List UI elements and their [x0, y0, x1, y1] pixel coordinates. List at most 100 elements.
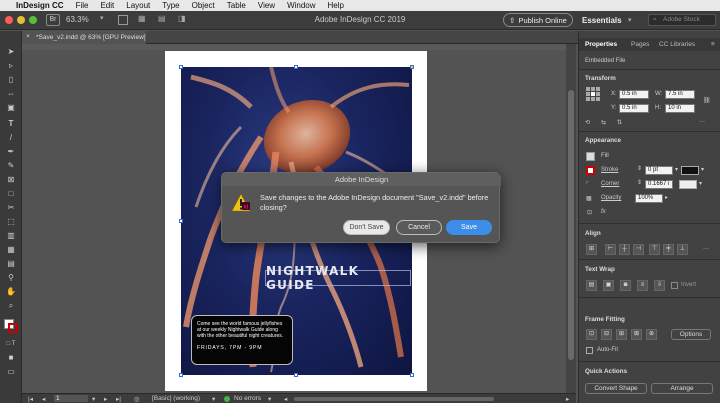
- view-options-icon[interactable]: ▦: [138, 14, 146, 23]
- align-bottom-icon[interactable]: ⊥: [677, 244, 688, 255]
- publish-online-button[interactable]: ⇧ Publish Online: [503, 13, 573, 27]
- frame-handle[interactable]: [179, 65, 183, 69]
- corner-shape-chevron-icon[interactable]: ▾: [699, 180, 702, 187]
- tab-pages[interactable]: Pages: [631, 41, 649, 48]
- frame-handle[interactable]: [410, 373, 414, 377]
- info-text-frame[interactable]: Come see the world famous jellyfishes at…: [191, 315, 293, 365]
- flip-vertical-icon[interactable]: ⇅: [617, 119, 622, 126]
- next-page-icon[interactable]: ▸: [104, 395, 107, 403]
- corner-shape-swatch[interactable]: [679, 180, 697, 189]
- more-align-icon[interactable]: ···: [703, 246, 709, 252]
- invert-checkbox[interactable]: [671, 282, 678, 289]
- hand-tool-icon[interactable]: ✋: [5, 287, 17, 297]
- scroll-right-icon[interactable]: ▸: [566, 395, 569, 403]
- pen-tool-icon[interactable]: ✒: [5, 147, 17, 157]
- workspace-switcher[interactable]: Essentials: [582, 16, 622, 25]
- fit-content-to-frame-icon[interactable]: ⊠: [631, 329, 642, 340]
- scissors-tool-icon[interactable]: ✂: [5, 203, 17, 213]
- menu-object[interactable]: Object: [192, 1, 215, 10]
- save-button[interactable]: Save: [446, 220, 492, 235]
- prev-page-icon[interactable]: ◂: [42, 395, 45, 403]
- zoom-window-icon[interactable]: [29, 16, 37, 24]
- height-field[interactable]: 10 in: [665, 104, 695, 113]
- horizontal-scrollbar[interactable]: [294, 397, 494, 401]
- stock-search-input[interactable]: ⌕ Adobe Stock: [648, 14, 716, 26]
- page-dropdown-icon[interactable]: ▾: [92, 395, 95, 403]
- vertical-scroll-thumb[interactable]: [568, 90, 574, 360]
- minimize-window-icon[interactable]: [17, 16, 25, 24]
- menu-view[interactable]: View: [258, 1, 275, 10]
- reference-point-icon[interactable]: [586, 87, 600, 101]
- dont-save-button[interactable]: Don't Save: [343, 220, 390, 235]
- corner-size-field[interactable]: 0.1667 i: [645, 180, 673, 189]
- align-left-icon[interactable]: ⊢: [605, 244, 616, 255]
- first-page-icon[interactable]: |◂: [28, 395, 33, 403]
- frame-handle[interactable]: [410, 65, 414, 69]
- fit-content-proportionally-icon[interactable]: ⊟: [601, 329, 612, 340]
- frame-fitting-options-button[interactable]: Options: [671, 329, 711, 340]
- gradient-feather-tool-icon[interactable]: ▦: [5, 245, 17, 255]
- jump-next-column-icon[interactable]: ⇩: [654, 280, 665, 291]
- formatting-affects-container-icon[interactable]: □ T: [5, 339, 17, 349]
- align-top-icon[interactable]: ⊤: [649, 244, 660, 255]
- y-position-field[interactable]: 0.5 in: [619, 104, 649, 113]
- style-dropdown-icon[interactable]: ▾: [212, 395, 215, 403]
- opacity-field[interactable]: 100%: [635, 194, 663, 203]
- menu-type[interactable]: Type: [162, 1, 179, 10]
- selection-tool-icon[interactable]: ➤: [5, 47, 17, 57]
- stroke-label[interactable]: Stroke: [601, 167, 618, 173]
- frame-handle[interactable]: [179, 373, 183, 377]
- direct-selection-tool-icon[interactable]: ▹: [5, 61, 17, 71]
- x-position-field[interactable]: 0.5 in: [619, 90, 649, 99]
- jump-object-icon[interactable]: ≡: [637, 280, 648, 291]
- opacity-chevron-icon[interactable]: ▸: [665, 194, 668, 201]
- effects-icon[interactable]: fx: [601, 209, 606, 215]
- constrain-proportions-icon[interactable]: ⛓: [703, 97, 711, 104]
- center-content-icon[interactable]: ⊕: [646, 329, 657, 340]
- frame-handle[interactable]: [179, 219, 183, 223]
- gap-tool-icon[interactable]: ⇔: [5, 89, 17, 99]
- arrange-button[interactable]: Arrange: [651, 383, 713, 394]
- menu-window[interactable]: Window: [287, 1, 315, 10]
- corner-icon[interactable]: ⌜: [586, 181, 589, 188]
- wrap-bounding-box-icon[interactable]: ▣: [603, 280, 614, 291]
- free-transform-tool-icon[interactable]: ⬚: [5, 217, 17, 227]
- stroke-stepper-icon[interactable]: ⇕: [637, 165, 642, 172]
- nightwalk-title-frame[interactable]: NIGHTWALK GUIDE: [265, 264, 411, 292]
- panel-menu-icon[interactable]: ≡: [711, 41, 715, 48]
- frame-handle[interactable]: [294, 373, 298, 377]
- cancel-button[interactable]: Cancel: [396, 220, 442, 235]
- menu-file[interactable]: File: [76, 1, 89, 10]
- stroke-type-chevron-icon[interactable]: ▾: [701, 166, 704, 173]
- content-collector-icon[interactable]: ▣: [5, 103, 17, 113]
- stroke-color-swatch[interactable]: [586, 166, 595, 175]
- preflight-dropdown-icon[interactable]: ▾: [268, 395, 271, 403]
- convert-shape-button[interactable]: Convert Shape: [585, 383, 647, 394]
- flip-horizontal-icon[interactable]: ⇆: [601, 119, 606, 126]
- align-right-icon[interactable]: ⊣: [633, 244, 644, 255]
- align-to-icon[interactable]: ⊞: [586, 244, 597, 255]
- type-tool-icon[interactable]: T: [5, 119, 17, 129]
- tab-properties[interactable]: Properties: [585, 41, 617, 48]
- preflight-style[interactable]: [Basic] (working): [152, 395, 200, 402]
- align-middle-icon[interactable]: ╪: [663, 244, 674, 255]
- vertical-scrollbar[interactable]: [566, 44, 576, 393]
- stroke-weight-field[interactable]: 0 pt: [645, 166, 673, 175]
- fill-color-swatch[interactable]: [586, 152, 595, 161]
- fit-frame-to-content-icon[interactable]: ⊞: [616, 329, 627, 340]
- close-tab-icon[interactable]: ×: [26, 33, 30, 40]
- no-wrap-icon[interactable]: ▤: [586, 280, 597, 291]
- line-tool-icon[interactable]: /: [5, 133, 17, 143]
- stroke-swatch[interactable]: [8, 323, 18, 333]
- more-transform-icon[interactable]: ···: [699, 119, 705, 125]
- auto-fit-checkbox[interactable]: [586, 347, 593, 354]
- width-field[interactable]: 7.5 in: [665, 90, 695, 99]
- tab-cc-libraries[interactable]: CC Libraries: [659, 41, 695, 48]
- eyedropper-tool-icon[interactable]: ⚲: [5, 273, 17, 283]
- page-tool-icon[interactable]: ▯: [5, 75, 17, 85]
- apply-color-icon[interactable]: ■: [5, 353, 17, 363]
- chevron-down-icon[interactable]: ▾: [100, 14, 104, 22]
- menu-edit[interactable]: Edit: [100, 1, 114, 10]
- menu-help[interactable]: Help: [328, 1, 344, 10]
- layout-options-icon[interactable]: ◨: [178, 14, 186, 23]
